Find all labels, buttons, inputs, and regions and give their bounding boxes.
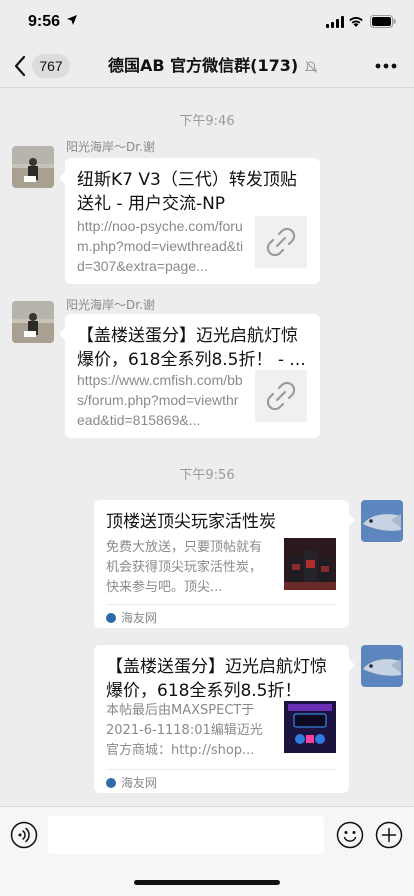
link-icon xyxy=(255,216,307,268)
card-description: 免费大放送，只要顶帖就有机会获得顶尖玩家活性炭，快来参与吧。顶尖... xyxy=(106,540,263,595)
card-title: 顶楼送顶尖玩家活性炭 xyxy=(106,512,276,532)
bell-slash-icon xyxy=(304,61,318,73)
avatar[interactable] xyxy=(12,146,54,188)
home-indicator[interactable] xyxy=(134,880,280,885)
sender-name: 阳光海岸～Dr.谢 xyxy=(66,298,155,312)
source-logo-icon xyxy=(106,613,116,623)
link-title: 纽斯K7 V3（三代）转发顶贴送礼 - 用户交流-NP xyxy=(77,170,297,214)
card-description: 本帖最后由MAXSPECT于2021-6-1118:01编辑迈光官方商城：htt… xyxy=(106,703,263,758)
avatar-photo xyxy=(12,146,54,188)
avatar-photo xyxy=(361,645,403,687)
link-title: 【盖楼送蛋分】迈光启航灯惊爆价，618全系列8.5折！ - ... xyxy=(77,326,306,370)
bubble-tail xyxy=(349,514,355,526)
link-url: http://noo-psyche.com/forum.php?mod=view… xyxy=(77,218,244,274)
card-thumbnail xyxy=(284,701,336,753)
card-source: 海友网 xyxy=(106,774,157,791)
emoji-icon[interactable] xyxy=(336,821,364,849)
cellular-signal-icon xyxy=(326,16,344,28)
chat-title: 德国AB 官方微信群(173) xyxy=(108,56,299,75)
avatar[interactable] xyxy=(361,500,403,542)
sender-name: 阳光海岸～Dr.谢 xyxy=(66,140,155,154)
link-message[interactable]: 【盖楼送蛋分】迈光启航灯惊爆价，618全系列8.5折！ - ... https:… xyxy=(65,314,320,438)
avatar[interactable] xyxy=(12,301,54,343)
message-input[interactable] xyxy=(48,816,324,854)
status-time: 9:56 xyxy=(28,13,61,30)
card-source: 海友网 xyxy=(106,609,157,626)
status-bar: 9:56 xyxy=(0,0,414,44)
plus-icon[interactable] xyxy=(375,821,403,849)
source-logo-icon xyxy=(106,778,116,788)
chevron-left-icon[interactable] xyxy=(12,54,30,78)
avatar[interactable] xyxy=(361,645,403,687)
time-divider: 下午9:46 xyxy=(179,114,235,129)
link-url: https://www.cmfish.com/bbs/forum.php?mod… xyxy=(77,372,243,428)
avatar-photo xyxy=(361,500,403,542)
bubble-tail xyxy=(349,659,355,671)
card-thumbnail xyxy=(284,538,336,590)
chat-header: 767 德国AB 官方微信群(173) xyxy=(0,44,414,88)
card-title: 【盖楼送蛋分】迈光启航灯惊爆价，618全系列8.5折！ xyxy=(106,657,327,701)
avatar-photo xyxy=(12,301,54,343)
unread-count-badge[interactable]: 767 xyxy=(32,54,70,78)
time-divider: 下午9:56 xyxy=(179,468,235,483)
card-message[interactable]: 【盖楼送蛋分】迈光启航灯惊爆价，618全系列8.5折！ 本帖最后由MAXSPEC… xyxy=(94,645,349,793)
ellipsis-icon[interactable] xyxy=(374,62,398,70)
link-message[interactable]: 纽斯K7 V3（三代）转发顶贴送礼 - 用户交流-NP http://noo-p… xyxy=(65,158,320,284)
battery-icon xyxy=(370,15,396,28)
card-message[interactable]: 顶楼送顶尖玩家活性炭 免费大放送，只要顶帖就有机会获得顶尖玩家活性炭，快来参与吧… xyxy=(94,500,349,628)
voice-icon[interactable] xyxy=(10,821,38,849)
card-divider xyxy=(106,769,337,770)
card-source-label: 海友网 xyxy=(121,611,158,625)
card-source-label: 海友网 xyxy=(121,776,158,790)
wifi-icon xyxy=(349,17,363,27)
link-icon xyxy=(255,370,307,422)
card-divider xyxy=(106,604,337,605)
location-arrow-icon xyxy=(67,15,77,25)
